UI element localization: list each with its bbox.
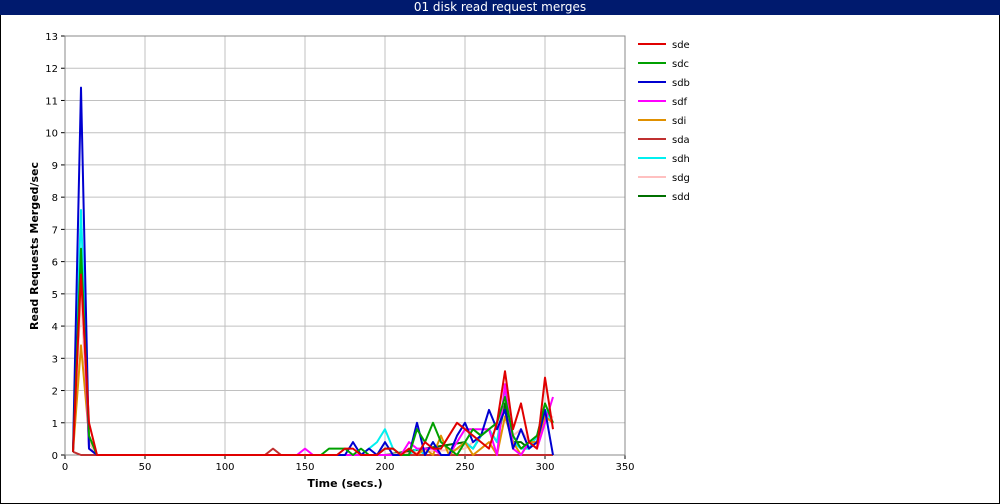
- y-tick-label: 12: [45, 64, 58, 75]
- y-tick-label: 5: [52, 290, 58, 301]
- y-tick-label: 3: [52, 354, 58, 365]
- y-tick-label: 6: [52, 258, 58, 269]
- x-tick-label: 250: [455, 462, 474, 473]
- x-tick-label: 0: [62, 462, 68, 473]
- x-tick-label: 300: [535, 462, 554, 473]
- y-tick-label: 9: [52, 161, 58, 172]
- legend-label-sde: sde: [672, 40, 690, 51]
- legend-label-sdc: sdc: [672, 59, 689, 70]
- y-tick-label: 10: [45, 129, 58, 140]
- y-tick-label: 13: [45, 32, 58, 43]
- legend-label-sdh: sdh: [672, 154, 690, 165]
- plot-area: [64, 35, 626, 456]
- x-tick-label: 100: [215, 462, 234, 473]
- y-axis-label: Read Requests Merged/sec: [28, 162, 41, 330]
- legend-label-sdf: sdf: [672, 97, 688, 108]
- y-tick-label: 2: [52, 387, 58, 398]
- x-axis-label: Time (secs.): [307, 477, 382, 490]
- y-tick-label: 11: [45, 96, 58, 107]
- y-tick-label: 8: [52, 193, 58, 204]
- x-tick-label: 200: [375, 462, 394, 473]
- legend-label-sdi: sdi: [672, 116, 686, 127]
- x-tick-label: 50: [139, 462, 152, 473]
- legend: sde sdc sdb sdf sdi sda sdh sdg sdd: [638, 40, 690, 203]
- grid: [64, 35, 626, 456]
- x-tick-label: 350: [615, 462, 634, 473]
- legend-label-sdb: sdb: [672, 78, 690, 89]
- y-tick-label: 0: [52, 451, 58, 462]
- y-tick-label: 4: [52, 322, 58, 333]
- x-tick-label: 150: [295, 462, 314, 473]
- legend-label-sda: sda: [672, 135, 690, 146]
- legend-label-sdg: sdg: [672, 173, 690, 184]
- y-tick-label: 7: [52, 225, 58, 236]
- legend-label-sdd: sdd: [672, 192, 690, 203]
- y-tick-label: 1: [52, 419, 58, 430]
- line-chart: 0 50 100 150 200 250 300 350012345678910111213 …: [28, 32, 690, 490]
